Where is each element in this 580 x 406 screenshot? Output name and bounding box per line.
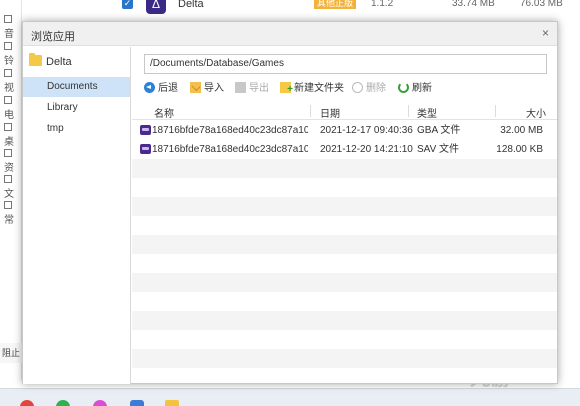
nav-icon <box>4 123 12 131</box>
nav-icon <box>4 149 12 157</box>
app-row-version: 1.1.2 <box>371 0 394 9</box>
delete-button[interactable]: 删除 <box>352 82 386 98</box>
sidebar-root-delta[interactable]: Delta <box>29 53 72 71</box>
block-button[interactable]: 阻止 <box>0 343 22 363</box>
game-file-icon <box>140 125 151 135</box>
import-icon <box>190 82 201 93</box>
close-icon[interactable]: × <box>542 26 549 40</box>
chrome-icon[interactable] <box>20 400 34 406</box>
nav-item[interactable]: 常 <box>4 200 21 226</box>
refresh-button[interactable]: 刷新 <box>398 82 432 98</box>
empty-row <box>132 273 557 292</box>
table-row[interactable]: 18716bfde78a168ed40c23dc87a10... 2021-12… <box>132 140 557 159</box>
empty-row <box>132 349 557 368</box>
app-row-size: 33.74 MB <box>452 0 495 9</box>
game-file-icon <box>140 144 151 154</box>
delete-icon <box>352 82 363 93</box>
empty-row <box>132 368 557 387</box>
folder-icon <box>29 53 42 66</box>
nav-item[interactable]: 桌 <box>4 122 21 148</box>
column-size[interactable]: 大小 <box>526 105 546 120</box>
file-name: 18716bfde78a168ed40c23dc87a10... <box>152 144 308 155</box>
folder-icon[interactable] <box>165 400 179 406</box>
file-type: GBA 文件 <box>417 125 461 136</box>
column-divider[interactable] <box>495 105 496 117</box>
sidebar-item-tmp[interactable]: tmp <box>23 119 130 139</box>
nav-item[interactable]: 文 <box>4 174 21 200</box>
file-list: 18716bfde78a168ed40c23dc87a10... 2021-12… <box>132 121 557 383</box>
column-type[interactable]: 类型 <box>417 105 437 120</box>
empty-row <box>132 159 557 178</box>
wechat-icon[interactable] <box>56 400 70 406</box>
export-icon <box>235 82 246 93</box>
new-folder-button[interactable]: 新建文件夹 <box>280 82 344 98</box>
column-date[interactable]: 日期 <box>320 105 340 120</box>
nav-item[interactable]: 铃 <box>4 41 21 67</box>
background-left-nav: 音 铃 视 电 桌 资 文 常 <box>0 0 22 380</box>
path-input[interactable]: /Documents/Database/Games <box>144 54 547 74</box>
app-row-checkbox[interactable]: ✓ <box>122 0 133 9</box>
nav-icon <box>4 15 12 23</box>
app-icon[interactable] <box>93 400 107 406</box>
file-name: 18716bfde78a168ed40c23dc87a10... <box>152 125 308 136</box>
file-size: 32.00 MB <box>500 125 543 136</box>
table-row[interactable]: 18716bfde78a168ed40c23dc87a10... 2021-12… <box>132 121 557 140</box>
nav-icon <box>4 69 12 77</box>
empty-row <box>132 178 557 197</box>
app-row-badge: 其他正版 <box>314 0 357 9</box>
file-date: 2021-12-20 14:21:10 <box>320 144 413 155</box>
nav-icon <box>4 201 12 209</box>
nav-item[interactable]: 电 <box>4 95 21 121</box>
export-button[interactable]: 导出 <box>235 82 269 98</box>
app-row-name: Delta <box>178 0 204 10</box>
nav-icon <box>4 175 12 183</box>
file-type: SAV 文件 <box>417 144 460 155</box>
file-size: 128.00 KB <box>496 144 543 155</box>
folder-sidebar: Delta Documents Library tmp <box>23 47 131 384</box>
dialog-title: 浏览应用 <box>31 31 75 43</box>
nav-item[interactable]: 资 <box>4 148 21 174</box>
back-icon <box>144 82 155 93</box>
empty-row <box>132 197 557 216</box>
column-name[interactable]: 名称 <box>154 105 174 120</box>
empty-row <box>132 216 557 235</box>
empty-row <box>132 330 557 349</box>
import-button[interactable]: 导入 <box>190 82 224 98</box>
app-icon[interactable] <box>130 400 144 406</box>
empty-row <box>132 235 557 254</box>
browse-app-dialog: 浏览应用 × Delta Documents Library tmp /Docu… <box>22 21 558 384</box>
empty-row <box>132 254 557 273</box>
nav-icon <box>4 42 12 50</box>
file-browser: /Documents/Database/Games 后退 导入 导出 新建文件夹… <box>132 47 557 383</box>
new-folder-icon <box>280 82 293 97</box>
delta-app-icon: Δ <box>146 0 166 14</box>
empty-row <box>132 292 557 311</box>
nav-item[interactable]: 视 <box>4 68 21 94</box>
nav-item[interactable]: 音 <box>4 14 21 40</box>
empty-row <box>132 311 557 330</box>
app-row-data-size: 76.03 MB <box>520 0 563 9</box>
refresh-icon <box>398 82 409 93</box>
back-button[interactable]: 后退 <box>144 82 178 98</box>
file-date: 2021-12-17 09:40:36 <box>320 125 413 136</box>
column-divider[interactable] <box>310 105 311 117</box>
nav-icon <box>4 96 12 104</box>
sidebar-item-documents[interactable]: Documents <box>23 77 130 97</box>
dialog-title-bar[interactable]: 浏览应用 × <box>23 22 557 46</box>
sidebar-item-library[interactable]: Library <box>23 98 130 118</box>
column-divider[interactable] <box>408 105 409 117</box>
file-table-header: 名称 日期 类型 大小 <box>132 102 557 120</box>
